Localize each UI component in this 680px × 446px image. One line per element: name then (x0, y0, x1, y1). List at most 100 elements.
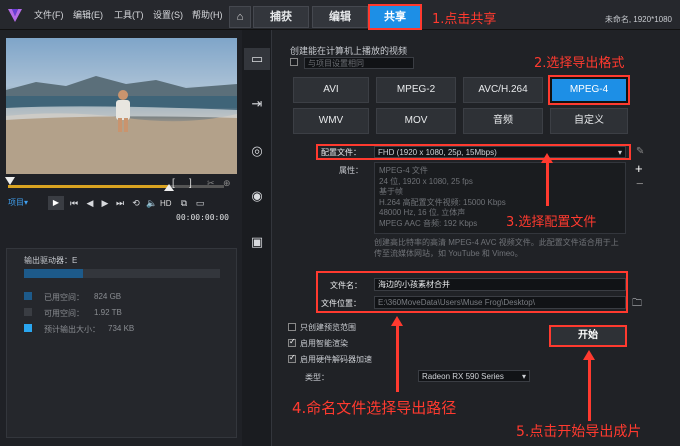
preview-image (6, 76, 237, 174)
edit-profile-icon[interactable]: ✎ (636, 146, 644, 157)
share-heading: 创建能在计算机上播放的视频 (290, 46, 408, 56)
disc-icon[interactable]: ◉ (249, 188, 265, 204)
smart-render-checkbox[interactable] (288, 337, 296, 347)
prop-line: MPEG AAC 音频: 192 Kbps (379, 218, 478, 228)
prop-line: 基于帧 (379, 187, 403, 196)
folder-icon[interactable]: 🗀 (632, 296, 642, 313)
play-button[interactable]: ▶ (48, 196, 64, 210)
format-audio[interactable]: 音频 (463, 108, 543, 134)
loop-icon[interactable]: ⟲ (130, 198, 142, 209)
type-label: 类型： (305, 373, 329, 382)
globe-icon[interactable]: ◎ (249, 143, 265, 159)
menu-help[interactable]: 帮助(H) (192, 8, 223, 21)
device-export-icon[interactable]: ⇥ (249, 96, 265, 112)
preview-range-label: 只创建预览范围 (300, 323, 356, 332)
next-frame-icon[interactable]: ▶ (99, 198, 111, 209)
gpu-type-value: Radeon RX 590 Series (422, 372, 504, 381)
format-mpeg4[interactable]: MPEG-4 (548, 75, 630, 105)
estimate-label: 预计输出大小： (44, 325, 100, 334)
monitor-icon[interactable]: ▭ (249, 51, 265, 67)
prev-frame-icon[interactable]: ◀ (84, 198, 96, 209)
project-info: 未命名, 1920*1080 (604, 15, 672, 24)
disk-usage-bar (24, 269, 220, 278)
prop-line: 48000 Hz, 16 位, 立体声 (379, 208, 466, 217)
profile-value: FHD (1920 x 1080, 25p, 15Mbps) (378, 148, 497, 157)
zoom-icon[interactable]: ⊕ (223, 178, 231, 189)
annotation-step2: 2.选择导出格式 (534, 56, 625, 71)
remove-profile-icon[interactable]: − (636, 176, 644, 191)
scrub-range[interactable] (8, 185, 168, 188)
go-start-icon[interactable]: ⏮ (68, 198, 80, 209)
tab-edit[interactable]: 编辑 (312, 6, 368, 28)
arrow-step4-line (396, 325, 399, 392)
home-icon[interactable]: ⌂ (229, 6, 251, 28)
arrow-step5-line (588, 359, 591, 421)
hw-accel-label: 启用硬件解码器加速 (300, 355, 372, 364)
free-swatch (24, 308, 32, 316)
arrow-step3-line (546, 162, 549, 206)
scrub-track[interactable] (168, 185, 224, 188)
estimate-swatch (24, 324, 32, 332)
format-avi[interactable]: AVI (293, 77, 369, 103)
free-space-value: 1.92 TB (94, 308, 122, 317)
cut-icon[interactable]: ✂ (207, 178, 215, 189)
prop-line: H.264 高配置文件视频: 15000 Kbps (379, 197, 506, 207)
location-label: 文件位置： (321, 299, 361, 308)
playhead-handle[interactable] (5, 177, 15, 185)
used-swatch (24, 292, 32, 300)
menu-tools[interactable]: 工具(T) (114, 8, 144, 21)
profile-description: 创建高比特率的高清 MPEG-4 AVC 视频文件。此配置文件适合用于上传至流媒… (374, 238, 619, 258)
properties-list: MPEG-4 文件 24 位, 1920 x 1080, 25 fps 基于帧 … (379, 166, 506, 229)
volume-icon[interactable]: 🔈 (146, 198, 158, 209)
chevron-down-icon: ▾ (521, 372, 526, 381)
project-mode-dropdown[interactable]: 项目▾ (8, 197, 28, 208)
chevron-down-icon: ▾ (617, 148, 622, 157)
annotation-step4: 4.命名文件选择导出路径 (292, 399, 457, 417)
disk-usage-fill (24, 269, 83, 278)
same-as-project-dropdown[interactable]: 与项目设置相同 (304, 57, 414, 69)
menu-edit[interactable]: 编辑(E) (73, 8, 103, 21)
3d-export-icon[interactable]: ▣ (249, 234, 265, 250)
video-preview (6, 38, 237, 174)
format-mpeg2[interactable]: MPEG-2 (376, 77, 456, 103)
estimate-value: 734 KB (108, 324, 135, 333)
gpu-type-dropdown[interactable]: Radeon RX 590 Series ▾ (418, 370, 530, 382)
prop-line: 24 位, 1920 x 1080, 25 fps (379, 176, 473, 186)
free-space-label: 可用空间： (44, 309, 84, 318)
format-wmv[interactable]: WMV (293, 108, 369, 134)
same-as-project-checkbox[interactable] (290, 58, 298, 66)
prop-line: MPEG-4 文件 (379, 166, 428, 175)
properties-label: 属性： (339, 166, 363, 175)
timecode[interactable]: 00:00:00:00 (176, 213, 229, 222)
tab-capture[interactable]: 捕获 (253, 6, 309, 28)
filename-label: 文件名： (330, 281, 362, 290)
snapshot-icon[interactable]: ⧉ (178, 198, 190, 209)
profile-label: 配置文件： (321, 148, 361, 157)
app-logo-icon (8, 9, 22, 22)
preview-range-checkbox[interactable] (288, 323, 296, 331)
location-input[interactable]: E:\360MoveData\Users\Muse Frog\Desktop\ (374, 296, 626, 309)
format-custom[interactable]: 自定义 (550, 108, 628, 134)
hw-accel-checkbox[interactable] (288, 353, 296, 363)
mark-out-button[interactable]: ] (189, 178, 192, 189)
aspect-icon[interactable]: ▭ (194, 198, 206, 209)
annotation-step3: 3.选择配置文件 (506, 215, 597, 230)
menu-file[interactable]: 文件(F) (34, 8, 64, 21)
used-space-value: 824 GB (94, 292, 122, 301)
start-button[interactable]: 开始 (549, 325, 627, 347)
profile-dropdown[interactable]: FHD (1920 x 1080, 25p, 15Mbps) ▾ (374, 146, 626, 158)
format-mov[interactable]: MOV (376, 108, 456, 134)
menu-settings[interactable]: 设置(S) (153, 8, 183, 21)
mark-in-button[interactable]: [ (172, 178, 175, 189)
add-profile-icon[interactable]: + (635, 161, 643, 176)
hd-toggle[interactable]: HD (160, 199, 172, 208)
go-end-icon[interactable]: ⏭ (114, 198, 126, 209)
filename-input[interactable]: 海边的小孩素材合并 (374, 278, 626, 291)
smart-render-label: 启用智能渲染 (300, 339, 348, 348)
format-avc-h264[interactable]: AVC/H.264 (463, 77, 543, 103)
annotation-step5: 5.点击开始导出成片 (516, 424, 642, 440)
output-drive-label: 输出驱动器：E (24, 256, 78, 265)
tab-share[interactable]: 共享 (368, 4, 422, 30)
used-space-label: 已用空间： (44, 293, 84, 302)
annotation-step1: 1.点击共享 (432, 12, 497, 27)
